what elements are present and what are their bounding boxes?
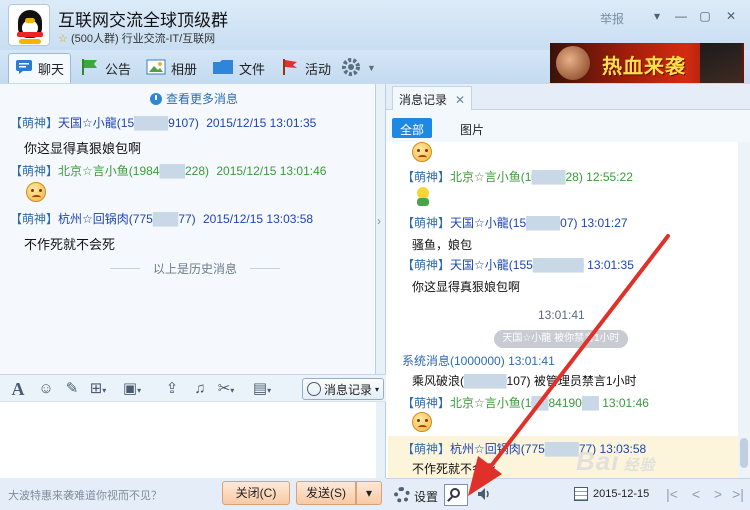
chevron-down-icon: ▼ <box>367 63 376 73</box>
gear-icon <box>340 56 362 81</box>
chat-icon <box>15 59 33 78</box>
upload-icon[interactable]: ⇪ <box>162 379 182 399</box>
list-item: 【萌神】天国☆小龍(155██████ 13:01:35 <box>402 258 634 272</box>
ad-banner[interactable]: 热血来袭 <box>550 43 744 83</box>
search-button[interactable] <box>444 484 468 506</box>
last-page-icon[interactable]: >| <box>730 485 746 503</box>
settings-label[interactable]: 设置 <box>414 488 438 505</box>
minimize-icon[interactable]: — <box>670 7 692 25</box>
tab-files[interactable]: 文件 <box>206 53 271 83</box>
message-text: 不作死就不会死 <box>24 237 116 252</box>
message-header: 【萌神】杭州☆回锅肉(775███77) 2015/12/15 13:03:58 <box>10 212 314 226</box>
emoji-icon <box>412 412 432 435</box>
report-link[interactable]: 举报 <box>600 10 624 27</box>
scissors-icon[interactable]: ✂▾ <box>216 379 236 399</box>
send-options-chevron-icon[interactable]: ▾ <box>356 481 382 505</box>
list-item-text: 骚鱼，娘包 <box>412 238 473 252</box>
view-more-link[interactable]: 查看更多消息 <box>150 90 238 107</box>
emoji-icon <box>412 142 432 165</box>
settings-dropdown[interactable]: ▼ <box>334 53 382 83</box>
group-avatar[interactable] <box>8 4 50 46</box>
more-tools-icon[interactable]: ▤▾ <box>252 379 272 399</box>
font-icon[interactable]: A <box>8 379 28 399</box>
input-toolbar: A ☺ ✎ ⊞▾ ▣▾ ⇪ ♫ ✂▾ ▤▾ 消息记录 ▾ <box>0 374 386 402</box>
watermark: Bai 经验 <box>576 446 656 476</box>
group-title: 互联网交流全球顶级群 <box>58 11 228 30</box>
list-item-text: 不作死就不会死 <box>412 462 497 476</box>
gear-icon[interactable] <box>394 487 410 503</box>
tab-activity[interactable]: 活动 <box>274 53 337 83</box>
clock-icon <box>150 92 162 105</box>
message-input[interactable] <box>0 402 376 478</box>
chat-area: 查看更多消息 【萌神】天国☆小龍(15████9107) 2015/12/15 … <box>0 84 376 374</box>
history-footer: 设置 2015-12-15 |< < > >| <box>386 478 750 510</box>
emoji-button-icon[interactable]: ☺ <box>36 379 56 399</box>
ad-text-link[interactable]: 大波特惠来袭难道你视而不见？ <box>8 487 162 503</box>
system-notice: 天国☆小龍 被你禁言1小时 <box>494 330 628 348</box>
music-icon[interactable]: ♫ <box>190 379 210 399</box>
speaker-icon[interactable] <box>476 486 492 502</box>
menu-icon[interactable]: ▾ <box>646 7 668 25</box>
collapse-arrow-icon[interactable]: › <box>377 214 381 228</box>
list-item: 【萌神】天国☆小龍(15████07) 13:01:27 <box>402 216 628 230</box>
history-tab-bar: 消息记录 ✕ <box>386 84 750 110</box>
prev-page-icon[interactable]: < <box>688 485 704 503</box>
next-page-icon[interactable]: > <box>710 485 726 503</box>
date-label: 2015-12-15 <box>593 488 650 500</box>
history-panel: 消息记录 ✕ 全部 图片 【萌神】北京☆言小鱼(1████28) 12:55:22… <box>386 84 750 510</box>
filter-images[interactable]: 图片 <box>452 118 492 138</box>
tab-message-history[interactable]: 消息记录 ✕ <box>392 86 473 110</box>
list-item-text: 你这显得真狠娘包啊 <box>412 280 521 294</box>
star-icon: ☆ <box>58 33 68 45</box>
maximize-icon[interactable]: ▢ <box>694 7 716 25</box>
flag-icon <box>280 58 300 79</box>
message-header: 【萌神】天国☆小龍(15████9107) 2015/12/15 13:01:3… <box>10 116 317 130</box>
clock-icon <box>307 382 321 396</box>
scrollbar[interactable] <box>738 142 750 478</box>
close-icon[interactable]: ✕ <box>455 93 465 107</box>
emoji-icon <box>26 182 46 205</box>
history-divider: 以上是历史消息 <box>110 260 280 277</box>
tab-announcement[interactable]: 公告 <box>74 53 137 83</box>
footer-bar: 大波特惠来袭难道你视而不见？ 关闭(C) 发送(S) ▾ <box>0 478 386 510</box>
time-separator: 13:01:41 <box>538 308 585 322</box>
tab-chat[interactable]: 聊天 <box>8 53 72 83</box>
chevron-down-icon: ▾ <box>375 384 380 394</box>
history-list: 【萌神】北京☆言小鱼(1████28) 12:55:22 【萌神】天国☆小龍(1… <box>386 142 738 478</box>
gift-icon[interactable]: ⊞▾ <box>88 379 108 399</box>
magic-icon[interactable]: ✎ <box>62 379 82 399</box>
list-item: 【萌神】北京☆言小鱼(1████28) 12:55:22 <box>402 170 633 184</box>
message-header: 【萌神】北京☆言小鱼(1984███228) 2015/12/15 13:01:… <box>10 164 327 178</box>
first-page-icon[interactable]: |< <box>664 485 680 503</box>
close-icon[interactable]: ✕ <box>720 7 742 25</box>
list-item: 【萌神】北京☆言小鱼(1██84190██ 13:01:46 <box>402 396 649 410</box>
group-subtitle: ☆ (500人群) 行业交流-IT/互联网 <box>58 33 216 45</box>
announcement-icon <box>80 58 100 79</box>
message-history-button[interactable]: 消息记录 ▾ <box>302 378 384 400</box>
folder-icon <box>212 58 234 79</box>
figure-emoji-icon <box>412 186 434 211</box>
close-button[interactable]: 关闭(C) <box>222 481 290 505</box>
filter-all[interactable]: 全部 <box>392 118 433 138</box>
list-item: 系统消息(1000000) 13:01:41 <box>402 354 555 368</box>
send-button[interactable]: 发送(S) <box>296 481 356 505</box>
message-text: 你这显得真狠娘包啊 <box>24 141 142 156</box>
calendar-icon[interactable] <box>574 487 588 501</box>
album-icon <box>146 59 166 78</box>
pane-splitter[interactable]: › <box>376 84 386 484</box>
list-item-text: 乘风破浪(█████107) 被管理员禁言1小时 <box>412 374 637 388</box>
tab-album[interactable]: 相册 <box>140 53 203 83</box>
image-icon[interactable]: ▣▾ <box>122 379 142 399</box>
search-icon <box>450 488 460 498</box>
